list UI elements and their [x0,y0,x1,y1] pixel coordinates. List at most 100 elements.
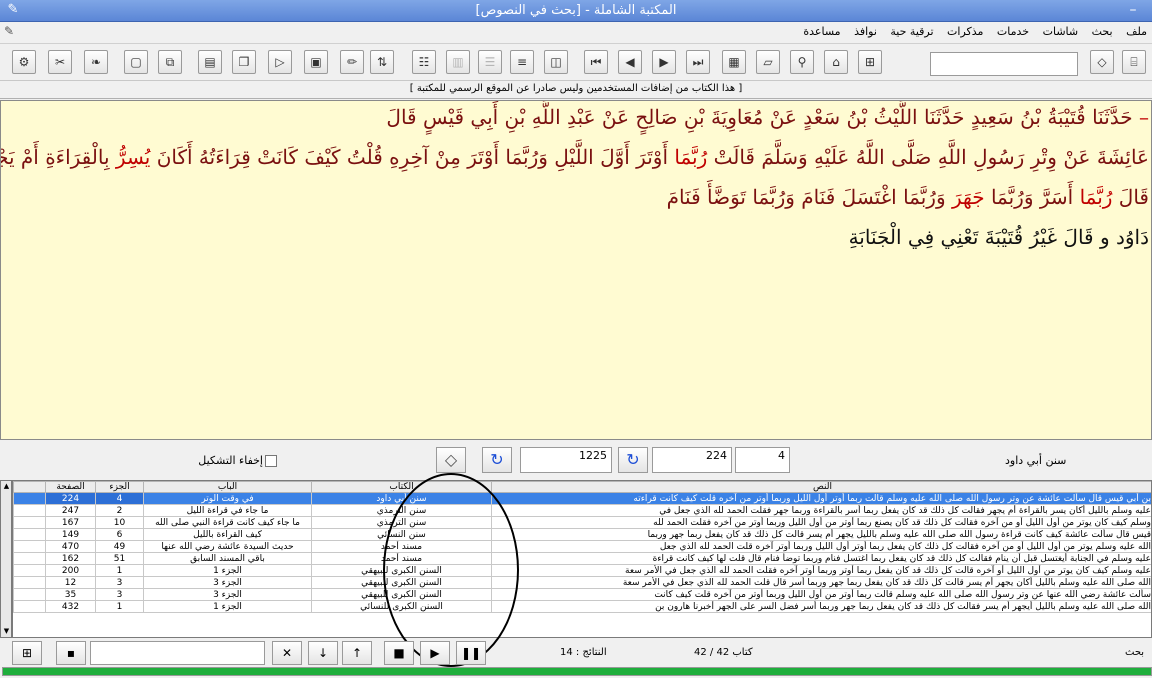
clipboard-icon[interactable]: ▤ [198,50,222,74]
cell-page[interactable]: 247 [45,504,96,517]
cell-book[interactable]: السنن الكبرى للبيهقي [311,588,492,601]
table-row[interactable]: 12 3 الجزء 3 السنن الكبرى للبيهقي الله صلى ا… [13,576,1151,589]
cell-book[interactable]: مسند أحمد [311,552,492,565]
first-page-icon[interactable]: ⏮ [584,50,608,74]
cell-text[interactable]: عليه وسلم بالليل أكان يسر بالقراءة أم يج… [491,504,1151,517]
cell-book[interactable]: السنن الكبرى للبيهقي [311,564,492,577]
cell-chapter[interactable]: في وقت الوتر [143,492,312,505]
menu-services[interactable]: خدمات [992,22,1034,38]
folder-icon[interactable]: ▱ [756,50,780,74]
cell-chapter[interactable]: ما جاء في قراءة الليل [143,504,312,517]
cell-text[interactable]: الله عليه وسلم يوتر من أول الليل أو من آ… [491,540,1151,553]
row-marker[interactable] [13,492,46,505]
toolbar-settings-icon[interactable]: ⚙ [12,50,36,74]
refresh-icon[interactable]: ↻ [482,447,512,473]
cell-page[interactable]: 162 [45,552,96,565]
cell-text[interactable]: قيس قال سألت عائشة كيف كانت قراءة رسول ا… [491,528,1151,541]
scroll-up-icon[interactable]: ▲ [2,482,11,491]
cell-page[interactable]: 224 [45,492,96,505]
table-row[interactable]: 35 3 الجزء 3 السنن الكبرى للبيهقي سألت عائشة… [13,588,1151,601]
cell-part[interactable]: 1 [95,564,144,577]
cell-part[interactable]: 4 [95,492,144,505]
cell-text[interactable]: عليه وسلم كيف كان يوتر من أول الليل أو آ… [491,564,1151,577]
cell-page[interactable]: 35 [45,588,96,601]
menu-live-update[interactable]: ترقية حية [885,22,938,38]
cell-page[interactable]: 167 [45,516,96,529]
cell-page[interactable]: 432 [45,600,96,613]
cell-part[interactable]: 2 [95,504,144,517]
cell-page[interactable]: 149 [45,528,96,541]
menu-windows[interactable]: نوافذ [849,22,882,38]
stop-icon[interactable]: ■ [384,641,414,665]
header-chapter[interactable]: الباب [143,481,312,493]
table-row[interactable]: 162 51 باقي المسند السابق مسند أحمد عليه وسل… [13,552,1151,565]
hadith-text-panel[interactable]: – حَدَّثَنَا قُتَيْبَةُ بْنُ سَعِيدٍ حَد… [0,100,1152,440]
cell-chapter[interactable]: الجزء 1 [143,600,312,613]
cell-chapter[interactable]: كيف القراءة بالليل [143,528,312,541]
table-row[interactable]: 149 6 كيف القراءة بالليل سنن النسائي قيس قال… [13,528,1151,541]
cell-page[interactable]: 200 [45,564,96,577]
cell-book[interactable]: سنن النسائي [311,528,492,541]
book-details-icon[interactable]: ⊞ [12,641,42,665]
header-page[interactable]: الصفحة [45,481,96,493]
cell-part[interactable]: 1 [95,600,144,613]
cell-text[interactable]: بن أبي قيس قال سألت عائشة عن وتر رسول ال… [491,492,1151,505]
new-page-icon[interactable]: ▢ [124,50,148,74]
row-marker[interactable] [13,588,46,601]
page-forward-icon[interactable]: ▷ [268,50,292,74]
cell-book[interactable]: سنن الترمذي [311,516,492,529]
book-search-icon[interactable]: ⊞ [858,50,882,74]
clear-icon[interactable]: ◇ [1090,50,1114,74]
row-marker[interactable] [13,528,46,541]
table-row[interactable]: 470 49 حديث السيدة عائشة رضي الله عنها مسند… [13,540,1151,553]
list-disabled-icon[interactable]: ☰ [478,50,502,74]
toolbar-search-input[interactable] [930,52,1078,76]
row-marker[interactable] [13,564,46,577]
cell-text[interactable]: سألت عائشة رضي الله عنها عن وتر رسول الل… [491,588,1151,601]
volume-field[interactable]: 1225 [520,447,612,473]
next-icon[interactable]: ▶ [652,50,676,74]
menu-screens[interactable]: شاشات [1038,22,1084,38]
cell-chapter[interactable]: باقي المسند السابق [143,552,312,565]
pencil-icon[interactable]: ✏ [340,50,364,74]
last-page-icon[interactable]: ⏭ [686,50,710,74]
previous-icon[interactable]: ◀ [618,50,642,74]
sort-icon[interactable]: ⇅ [370,50,394,74]
hide-diacritics-checkbox[interactable] [265,455,277,467]
header-text[interactable]: النص [491,481,1151,493]
cell-chapter[interactable]: الجزء 1 [143,564,312,577]
page-field[interactable]: 224 [652,447,732,473]
header-book[interactable]: الكتاب [311,481,492,493]
row-marker[interactable] [13,540,46,553]
cell-chapter[interactable]: ما جاء كيف كانت قراءة النبي صلى الله [143,516,312,529]
cell-book[interactable]: سنن الترمذي [311,504,492,517]
copy-icon[interactable]: ❐ [232,50,256,74]
menu-help[interactable]: مساعدة [798,22,845,38]
row-marker[interactable] [13,516,46,529]
cell-book[interactable]: سنن أبي داود [311,492,492,505]
row-marker[interactable] [13,600,46,613]
table-icon[interactable]: ▦ [722,50,746,74]
bookmark-icon[interactable]: ⌂ [824,50,848,74]
leaf-icon[interactable]: ❧ [84,50,108,74]
delete-icon[interactable]: ✕ [272,641,302,665]
results-scrollbar[interactable]: ▲ ▼ [0,480,12,638]
row-marker[interactable] [13,552,46,565]
part-field[interactable]: 4 [735,447,790,473]
cell-text[interactable]: الله صلى الله عليه وسلم بالليل أيجهر أم … [491,600,1151,613]
cell-text[interactable]: وسلم كيف كان يوتر من أول الليل أو من آخر… [491,516,1151,529]
cell-part[interactable]: 3 [95,588,144,601]
row-marker[interactable] [13,576,46,589]
menu-search[interactable]: بحث [1087,22,1118,38]
pause-icon[interactable]: ❚❚ [456,641,486,665]
cell-chapter[interactable]: الجزء 3 [143,576,312,589]
cell-book[interactable]: السنن الكبرى للبيهقي [311,576,492,589]
binoculars-icon[interactable]: ⚲ [790,50,814,74]
move-up-icon[interactable]: ↑ [342,641,372,665]
cell-text[interactable]: الله صلى الله عليه وسلم بالليل أكان يجهر… [491,576,1151,589]
eraser-icon[interactable]: ◇ [436,447,466,473]
move-down-icon[interactable]: ↓ [308,641,338,665]
filter-input[interactable] [90,641,265,665]
book-icon[interactable]: ◫ [544,50,568,74]
image-icon[interactable]: ▣ [304,50,328,74]
